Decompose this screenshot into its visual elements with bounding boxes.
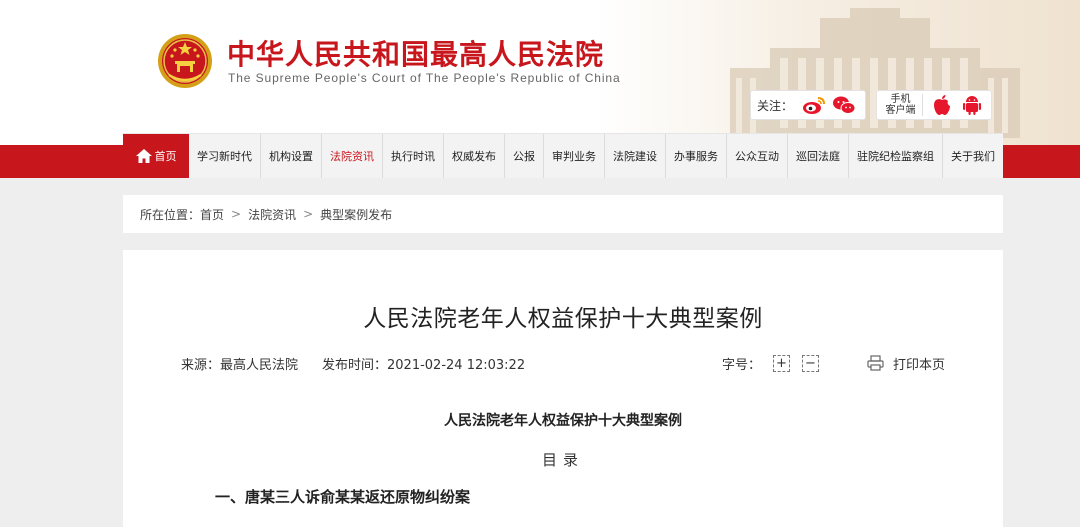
article-subheading: 人民法院老年人权益保护十大典型案例 [444,413,682,429]
site-header: 中华人民共和国最高人民法院 The Supreme People's Court… [0,0,1080,145]
nav-item-home[interactable]: 首页 [123,134,189,178]
nav-home-label: 首页 [154,150,177,163]
article-container: 人民法院老年人权益保护十大典型案例 来源：最高人民法院 发布时间：2021-02… [123,250,1003,527]
article-title: 人民法院老年人权益保护十大典型案例 [363,306,763,332]
breadcrumb: 所在位置： 首页 > 法院资讯 > 典型案例发布 [123,195,1003,233]
client-label-line2: 客户端 [885,105,916,116]
client-label-line1: 手机 [890,94,911,105]
follow-bar: 关注： 手机 客户端 [750,90,993,120]
toc-heading: 目录 [541,451,584,469]
apple-icon[interactable] [928,92,956,118]
nav-item-enforcement-news[interactable]: 执行时讯 [383,134,444,178]
nav-item-study[interactable]: 学习新时代 [189,134,261,178]
font-decrease-button[interactable]: − [801,354,819,372]
site-title[interactable]: 中华人民共和国最高人民法院 [227,33,604,73]
follow-label: 关注： [757,98,794,113]
article-source: 来源：最高人民法院 [181,357,299,373]
nav-item-services[interactable]: 办事服务 [666,134,727,178]
nav-item-trial-business[interactable]: 审判业务 [544,134,605,178]
font-increase-button[interactable]: + [772,354,790,372]
font-size-label: 字号： [721,357,761,373]
android-icon[interactable] [958,92,986,118]
mobile-client-label[interactable]: 手机 客户端 [881,94,924,116]
wechat-icon[interactable] [830,92,858,118]
weibo-icon[interactable] [800,92,828,118]
article-publish-time: 发布时间：2021-02-24 12:03:22 [322,357,526,373]
follow-box: 关注： [750,90,867,120]
nav-item-public-interaction[interactable]: 公众互动 [727,134,788,178]
nav-item-circuit-court[interactable]: 巡回法庭 [788,134,849,178]
breadcrumb-item-home[interactable]: 首页 [200,206,224,223]
breadcrumb-separator: > [303,207,314,221]
article-tools: 字号： + − 打印本页 [722,354,945,373]
nav-item-gazette[interactable]: 公报 [505,134,544,178]
emblem-icon [158,34,212,88]
mobile-client-box: 手机 客户端 [876,90,993,120]
print-button[interactable]: 打印本页 [867,354,945,373]
site-subtitle: The Supreme People's Court of The People… [228,71,621,85]
nav-item-institutions[interactable]: 机构设置 [261,134,322,178]
breadcrumb-item-typical-cases[interactable]: 典型案例发布 [320,206,392,223]
main-nav: 首页 学习新时代 机构设置 法院资讯 执行时讯 权威发布 公报 审判业务 法院建… [123,133,1003,178]
print-label: 打印本页 [892,357,945,373]
nav-item-discipline-group[interactable]: 驻院纪检监察组 [849,134,943,178]
home-icon [135,149,152,163]
case-heading-1: 一、唐某三人诉俞某某返还原物纠纷案 [215,488,471,506]
printer-icon [867,355,884,371]
nav-item-court-building[interactable]: 法院建设 [605,134,666,178]
breadcrumb-item-court-news[interactable]: 法院资讯 [248,206,296,223]
nav-item-authoritative-release[interactable]: 权威发布 [444,134,505,178]
breadcrumb-prefix: 所在位置： [140,207,201,222]
nav-item-about-us[interactable]: 关于我们 [943,134,1003,178]
breadcrumb-separator: > [231,207,242,221]
article-meta: 来源：最高人民法院 发布时间：2021-02-24 12:03:22 字号： +… [181,353,945,373]
nav-item-court-news[interactable]: 法院资讯 [322,134,383,178]
